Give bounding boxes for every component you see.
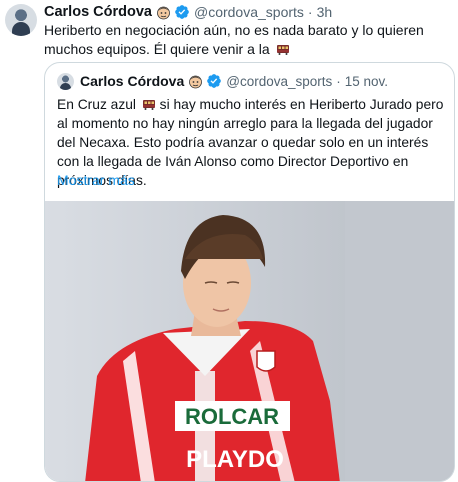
author-handle[interactable]: @cordova_sports [194, 4, 304, 20]
timestamp[interactable]: 3h [317, 4, 333, 20]
verified-badge-icon [206, 73, 222, 89]
tweet-text: Heriberto en negociación aún, no es nada… [44, 21, 449, 59]
jersey-sponsor-2: PLAYDO [186, 446, 284, 473]
train-emoji-icon [142, 96, 156, 110]
verified-badge-icon [174, 4, 190, 20]
quoted-author-name: Carlos Córdova [80, 73, 185, 89]
author-name[interactable]: Carlos Córdova [44, 4, 152, 20]
quoted-header: Carlos Córdova @cordova_sports · 15 nov. [57, 72, 388, 90]
quoted-text-part1: En Cruz azul [57, 97, 136, 112]
separator-dot: · [307, 4, 313, 20]
jersey-sponsor: ROLCAR [185, 404, 279, 429]
quoted-tweet[interactable]: Carlos Córdova @cordova_sports · 15 nov. [44, 62, 455, 482]
player-photo[interactable]: ROLCAR PLAYDO [45, 201, 454, 481]
quoted-timestamp: 15 nov. [344, 73, 389, 89]
tweet-header: Carlos Córdova @cordova_sports · 3h [44, 2, 332, 22]
tweet-text-content: Heriberto en negociación aún, no es nada… [44, 22, 424, 57]
separator-dot: · [336, 73, 341, 89]
avatar[interactable] [5, 4, 37, 36]
quoted-avatar [57, 72, 74, 90]
train-emoji-icon [276, 41, 290, 55]
face-emoji-icon [156, 5, 171, 20]
quoted-text: En Cruz azul si hay mucho interés en Her… [57, 95, 447, 209]
face-emoji-icon [188, 74, 203, 89]
tweet[interactable]: Carlos Córdova @cordova_sports · 3h Heri… [0, 0, 458, 482]
show-more-link[interactable]: Mostrar más [57, 172, 135, 188]
quoted-handle: @cordova_sports [226, 73, 333, 89]
